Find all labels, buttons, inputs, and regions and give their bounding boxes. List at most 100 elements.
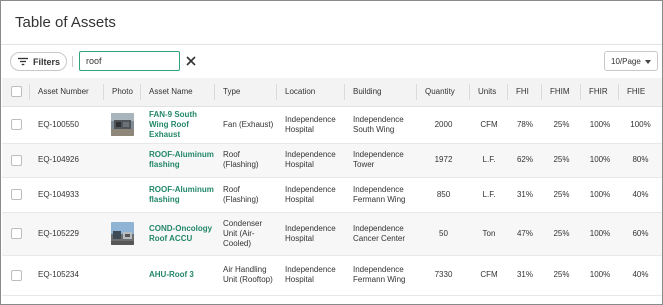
fhie-cell: 60% [619, 212, 662, 256]
photo-cell [104, 255, 141, 296]
asset-photo-thumbnail[interactable] [111, 222, 134, 245]
building-cell: Independence South Wing [345, 106, 417, 144]
photo-cell [104, 212, 141, 256]
col-header-building[interactable]: Building [345, 78, 417, 107]
type-cell: Roof (Flashing) [215, 177, 277, 213]
page-title: Table of Assets [15, 14, 116, 31]
fhi-cell: 62% [508, 143, 542, 178]
asset-name-link[interactable]: ROOF-Aluminum flashing [141, 177, 215, 213]
asset-number-cell: EQ-104926 [30, 143, 104, 178]
fhi-cell: 31% [508, 177, 542, 213]
units-cell: Ton [470, 212, 508, 256]
fhir-cell: 100% [581, 212, 619, 256]
clear-search-button[interactable] [184, 53, 198, 69]
col-header-quantity[interactable]: Quantity [417, 78, 470, 107]
asset-name-link[interactable]: ROOF-Aluminum flashing [141, 143, 215, 178]
col-header-asset-name[interactable]: Asset Name [141, 78, 215, 107]
units-cell: CFM [470, 255, 508, 296]
units-cell: L.F. [470, 177, 508, 213]
per-page-select[interactable]: 10/Page [604, 51, 658, 71]
fhim-cell: 25% [542, 255, 581, 296]
fhim-cell: 25% [542, 106, 581, 144]
fhie-cell: 40% [619, 255, 662, 296]
photo-cell [104, 177, 141, 213]
header-divider [1, 44, 662, 45]
col-header-fhi[interactable]: FHI [508, 78, 542, 107]
asset-photo-thumbnail[interactable] [111, 113, 134, 136]
table-row[interactable]: EQ-105229 COND-Oncology Roof ACCU Conden… [2, 212, 662, 256]
row-select-cell[interactable] [2, 143, 30, 178]
col-header-type[interactable]: Type [215, 78, 277, 107]
checkbox-icon[interactable] [10, 154, 22, 166]
asset-name-link[interactable]: FAN-9 South Wing Roof Exhaust [141, 106, 215, 144]
asset-number-cell: EQ-105229 [30, 212, 104, 256]
table-row[interactable]: EQ-104926 ROOF-Aluminum flashing Roof (F… [2, 143, 662, 178]
col-header-fhie[interactable]: FHIE [619, 78, 662, 107]
location-cell: Independence Hospital [277, 255, 345, 296]
row-select-cell[interactable] [2, 177, 30, 213]
row-select-cell[interactable] [2, 212, 30, 256]
building-cell: Independence Fermann Wing [345, 255, 417, 296]
per-page-value: 10/Page [611, 56, 641, 66]
col-header-fhir[interactable]: FHIR [581, 78, 619, 107]
asset-number-cell: EQ-104933 [30, 177, 104, 213]
type-cell: Roof (Flashing) [215, 143, 277, 178]
fhie-cell: 40% [619, 177, 662, 213]
fhie-cell: 100% [619, 106, 662, 144]
type-cell: Air Handling Unit (Rooftop) [215, 255, 277, 296]
fhir-cell: 100% [581, 255, 619, 296]
quantity-cell: 2000 [417, 106, 470, 144]
location-cell: Independence Hospital [277, 143, 345, 178]
fhie-cell: 80% [619, 143, 662, 178]
fhim-cell: 25% [542, 212, 581, 256]
asset-name-link[interactable]: AHU-Roof 3 [141, 255, 215, 296]
fhir-cell: 100% [581, 143, 619, 178]
assets-table: Asset Number Photo Asset Name Type Locat… [2, 78, 662, 296]
quantity-cell: 1972 [417, 143, 470, 178]
checkbox-icon[interactable] [10, 269, 22, 281]
checkbox-icon[interactable] [10, 119, 22, 130]
col-header-units[interactable]: Units [470, 78, 508, 107]
asset-number-cell: EQ-105234 [30, 255, 104, 296]
location-cell: Independence Hospital [277, 177, 345, 213]
col-header-photo[interactable]: Photo [104, 78, 141, 107]
type-cell: Fan (Exhaust) [215, 106, 277, 144]
filters-label: Filters [33, 56, 61, 67]
table-row[interactable]: EQ-100550 FAN-9 South Wing Roof Exhaust … [2, 106, 662, 144]
col-header-fhim[interactable]: FHIM [542, 78, 581, 107]
checkbox-icon[interactable] [10, 189, 22, 200]
units-cell: CFM [470, 106, 508, 144]
fhir-cell: 100% [581, 177, 619, 213]
fhim-cell: 25% [542, 177, 581, 213]
table-header-row: Asset Number Photo Asset Name Type Locat… [2, 78, 662, 107]
units-cell: L.F. [470, 143, 508, 178]
assets-panel: Table of Assets Filters 10/Page [0, 0, 663, 305]
fhi-cell: 31% [508, 255, 542, 296]
building-cell: Independence Fermann Wing [345, 177, 417, 213]
col-header-asset-number[interactable]: Asset Number [30, 78, 104, 107]
filters-button[interactable]: Filters [10, 52, 67, 71]
fhir-cell: 100% [581, 106, 619, 144]
row-select-cell[interactable] [2, 255, 30, 296]
checkbox-icon[interactable] [10, 228, 22, 239]
row-select-cell[interactable] [2, 106, 30, 144]
building-cell: Independence Tower [345, 143, 417, 178]
chevron-down-icon [645, 60, 651, 64]
search-input[interactable] [79, 51, 180, 71]
col-header-location[interactable]: Location [277, 78, 345, 107]
table-row[interactable]: EQ-105234 AHU-Roof 3 Air Handling Unit (… [2, 255, 662, 296]
asset-number-cell: EQ-100550 [30, 106, 104, 144]
clear-icon [186, 56, 196, 66]
photo-cell [104, 106, 141, 144]
asset-name-link[interactable]: COND-Oncology Roof ACCU [141, 212, 215, 256]
assets-table-container: Asset Number Photo Asset Name Type Locat… [2, 78, 662, 304]
table-row[interactable]: EQ-104933 ROOF-Aluminum flashing Roof (F… [2, 177, 662, 213]
type-cell: Condenser Unit (Air-Cooled) [215, 212, 277, 256]
fhim-cell: 25% [542, 143, 581, 178]
quantity-cell: 50 [417, 212, 470, 256]
checkbox-icon[interactable] [10, 86, 22, 98]
filter-icon [18, 57, 28, 66]
fhi-cell: 47% [508, 212, 542, 256]
select-all-cell[interactable] [2, 78, 30, 107]
fhi-cell: 78% [508, 106, 542, 144]
